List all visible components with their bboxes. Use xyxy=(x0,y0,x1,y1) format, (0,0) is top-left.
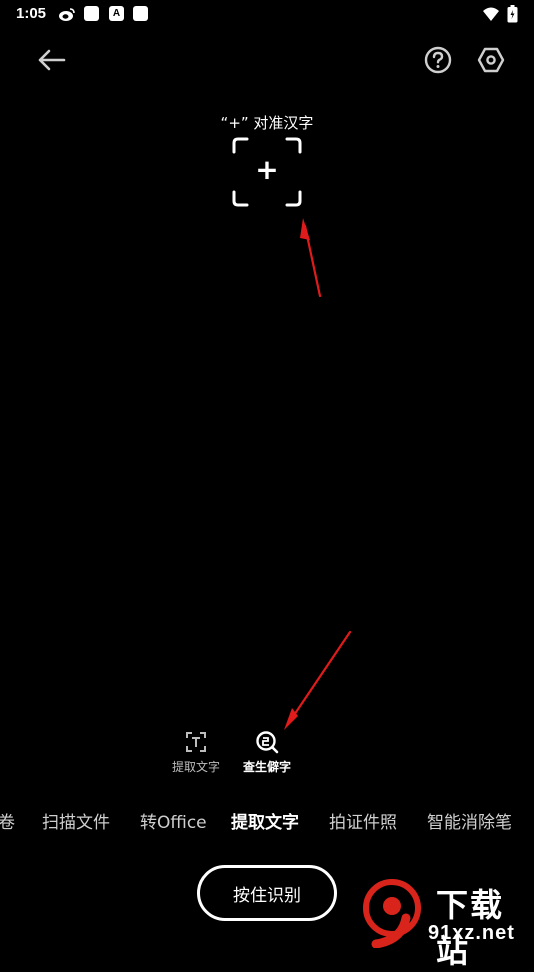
annotation-arrowhead xyxy=(300,218,310,240)
annotation-arrows xyxy=(284,218,352,730)
annotation-arrow-mode xyxy=(286,630,352,726)
